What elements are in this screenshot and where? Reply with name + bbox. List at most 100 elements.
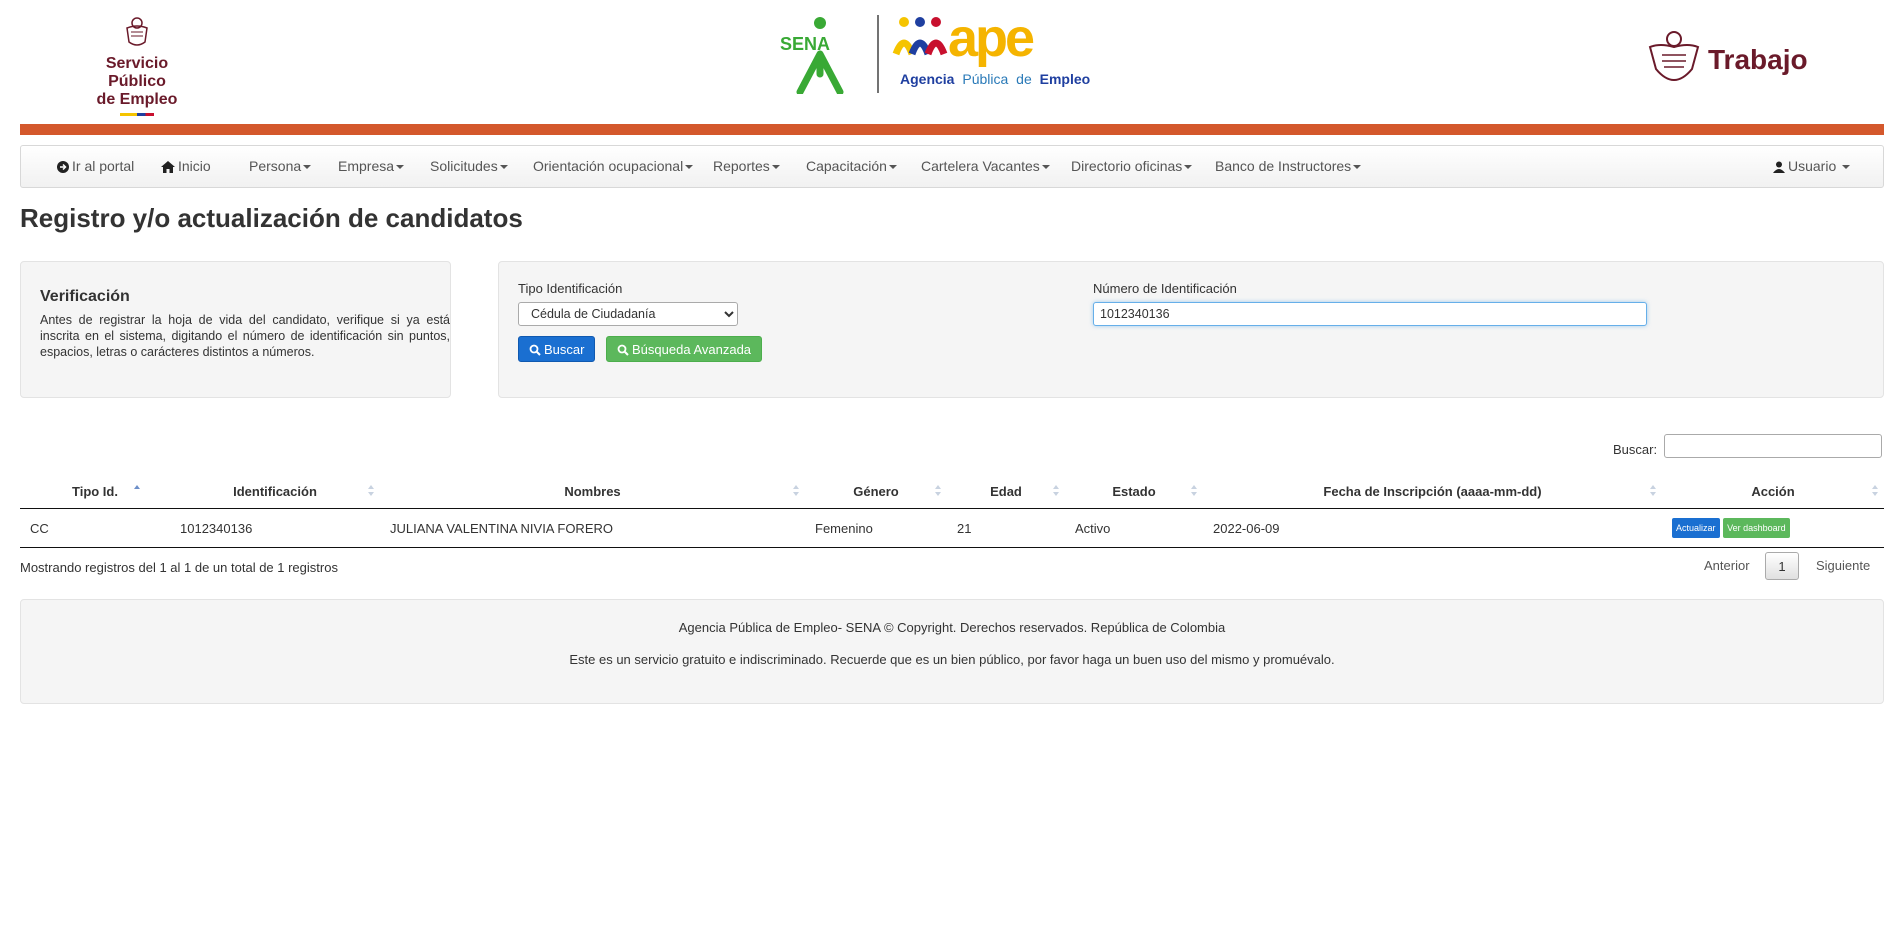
- col-genero[interactable]: Género: [805, 474, 947, 509]
- chevron-down-icon: [499, 165, 508, 170]
- svg-text:Agencia Pública: Agencia Pública de Empleo: [900, 71, 1090, 87]
- col-accion[interactable]: Acción: [1662, 474, 1884, 509]
- search-icon: [617, 344, 629, 356]
- col-tipo-id[interactable]: Tipo Id.: [20, 474, 170, 509]
- page-title: Registro y/o actualización de candidatos: [20, 203, 523, 233]
- nav-cartelera-vacantes[interactable]: Cartelera Vacantes: [921, 146, 1050, 187]
- pagination-page-1[interactable]: 1: [1765, 552, 1799, 580]
- nav-capacitacion[interactable]: Capacitación: [806, 146, 897, 187]
- servicio-publico-logo[interactable]: Servicio Público de Empleo: [78, 14, 196, 116]
- nav-ir-al-portal-label: Ir al portal: [72, 158, 135, 174]
- chevron-down-icon: [771, 165, 780, 170]
- footer-notice: Este es un servicio gratuito e indiscrim…: [569, 652, 1335, 667]
- pagination-next[interactable]: Siguiente: [1816, 552, 1870, 580]
- ver-dashboard-button[interactable]: Ver dashboard: [1723, 518, 1790, 538]
- chevron-down-icon: [1842, 165, 1851, 170]
- numero-identificacion-label: Número de Identificación: [1093, 281, 1237, 296]
- nav-usuario[interactable]: Usuario: [1773, 146, 1851, 187]
- ape-logo-text: ape: [948, 14, 1034, 68]
- sort-icon: [793, 485, 799, 497]
- page-footer: Agencia Pública de Empleo- SENA © Copyri…: [20, 599, 1884, 704]
- nav-persona-label: Persona: [249, 158, 302, 174]
- nav-directorio-label: Directorio oficinas: [1071, 158, 1183, 174]
- search-icon: [529, 344, 541, 356]
- nav-inicio-label: Inicio: [178, 158, 211, 174]
- numero-identificacion-input[interactable]: [1093, 302, 1647, 326]
- nav-ir-al-portal[interactable]: Ir al portal: [57, 146, 134, 187]
- chevron-down-icon: [888, 165, 897, 170]
- nav-solicitudes-label: Solicitudes: [430, 158, 498, 174]
- nav-orientacion-ocupacional[interactable]: Orientación ocupacional: [533, 146, 694, 187]
- trabajo-label: Trabajo: [1708, 44, 1808, 75]
- nav-solicitudes[interactable]: Solicitudes: [430, 146, 508, 187]
- verification-panel: Verificación Antes de registrar la hoja …: [20, 261, 451, 398]
- nav-empresa-label: Empresa: [338, 158, 395, 174]
- main-navbar: Ir al portal Inicio Persona Empresa Soli…: [20, 145, 1884, 188]
- cell-tipo-id: CC: [20, 508, 170, 548]
- busqueda-avanzada-button[interactable]: Búsqueda Avanzada: [606, 336, 763, 362]
- colombia-flag-stripe: [120, 113, 154, 116]
- sena-ape-logo[interactable]: SENA ape Agencia Pública de Empleo: [778, 8, 1108, 96]
- coat-of-arms-icon: [126, 17, 148, 46]
- nav-persona[interactable]: Persona: [249, 146, 312, 187]
- cell-fecha: 2022-06-09: [1203, 508, 1662, 548]
- col-fecha-label: Fecha de Inscripción (aaaa-mm-dd): [1323, 483, 1542, 499]
- col-edad[interactable]: Edad: [947, 474, 1065, 509]
- sort-icon: [935, 485, 941, 497]
- sort-icon: [1650, 485, 1656, 497]
- nav-usuario-label: Usuario: [1788, 158, 1837, 174]
- ape-sub-publica: Pública: [962, 71, 1008, 87]
- cell-edad: 21: [947, 508, 1065, 548]
- buscar-button-label: Buscar: [544, 342, 585, 357]
- sort-asc-icon: [134, 485, 140, 497]
- busqueda-avanzada-label: Búsqueda Avanzada: [632, 342, 752, 357]
- home-icon: [161, 161, 175, 174]
- trabajo-logo[interactable]: Trabajo: [1646, 28, 1808, 92]
- cell-genero: Femenino: [805, 508, 947, 548]
- nav-directorio-oficinas[interactable]: Directorio oficinas: [1071, 146, 1193, 187]
- footer-copyright: Agencia Pública de Empleo- SENA © Copyri…: [678, 620, 1226, 635]
- arrow-circle-icon: [57, 161, 69, 174]
- table-info: Mostrando registros del 1 al 1 de un tot…: [20, 560, 338, 575]
- nav-empresa[interactable]: Empresa: [338, 146, 405, 187]
- coat-of-arms-icon: [1648, 31, 1700, 81]
- sort-icon: [368, 485, 374, 497]
- col-nombres[interactable]: Nombres: [380, 474, 805, 509]
- chevron-down-icon: [1184, 165, 1193, 170]
- ape-sub-agencia: Agencia: [900, 71, 955, 87]
- nav-banco-label: Banco de Instructores: [1215, 158, 1352, 174]
- col-estado[interactable]: Estado: [1065, 474, 1203, 509]
- user-icon: [1773, 161, 1785, 174]
- table-row: CC 1012340136 JULIANA VALENTINA NIVIA FO…: [20, 508, 1884, 548]
- candidates-table: Tipo Id. Identificación Nombres Género E…: [20, 474, 1884, 548]
- pagination-prev[interactable]: Anterior: [1704, 552, 1750, 580]
- col-tipo-id-label: Tipo Id.: [72, 483, 118, 499]
- nav-reportes[interactable]: Reportes: [713, 146, 780, 187]
- cell-identificacion: 1012340136: [170, 508, 380, 548]
- nav-orientacion-label: Orientación ocupacional: [533, 158, 684, 174]
- col-identificacion[interactable]: Identificación: [170, 474, 380, 509]
- spe-logo-line1: Servicio Público: [105, 55, 169, 90]
- nav-reportes-label: Reportes: [713, 158, 770, 174]
- sort-icon: [1872, 485, 1878, 497]
- buscar-button[interactable]: Buscar: [518, 336, 596, 362]
- chevron-down-icon: [1041, 165, 1050, 170]
- nav-capacitacion-label: Capacitación: [806, 158, 887, 174]
- ape-sub-de: de: [1016, 71, 1032, 87]
- chevron-down-icon: [396, 165, 405, 170]
- tipo-identificacion-select[interactable]: Cédula de Ciudadanía: [518, 302, 738, 326]
- nav-banco-instructores[interactable]: Banco de Instructores: [1215, 146, 1362, 187]
- col-identificacion-label: Identificación: [233, 483, 317, 499]
- table-search-input[interactable]: [1664, 434, 1882, 458]
- nav-inicio[interactable]: Inicio: [161, 146, 211, 187]
- sena-logo-text: SENA: [780, 34, 830, 54]
- sort-icon: [1191, 485, 1197, 497]
- cell-nombres: JULIANA VALENTINA NIVIA FORERO: [380, 508, 805, 548]
- table-search-label: Buscar:: [1613, 442, 1658, 457]
- col-nombres-label: Nombres: [564, 483, 621, 499]
- actualizar-button[interactable]: Actualizar: [1672, 518, 1720, 538]
- col-genero-label: Género: [853, 483, 899, 499]
- chevron-down-icon: [685, 165, 694, 170]
- col-fecha-inscripcion[interactable]: Fecha de Inscripción (aaaa-mm-dd): [1203, 474, 1662, 509]
- table-header-row: Tipo Id. Identificación Nombres Género E…: [20, 474, 1884, 509]
